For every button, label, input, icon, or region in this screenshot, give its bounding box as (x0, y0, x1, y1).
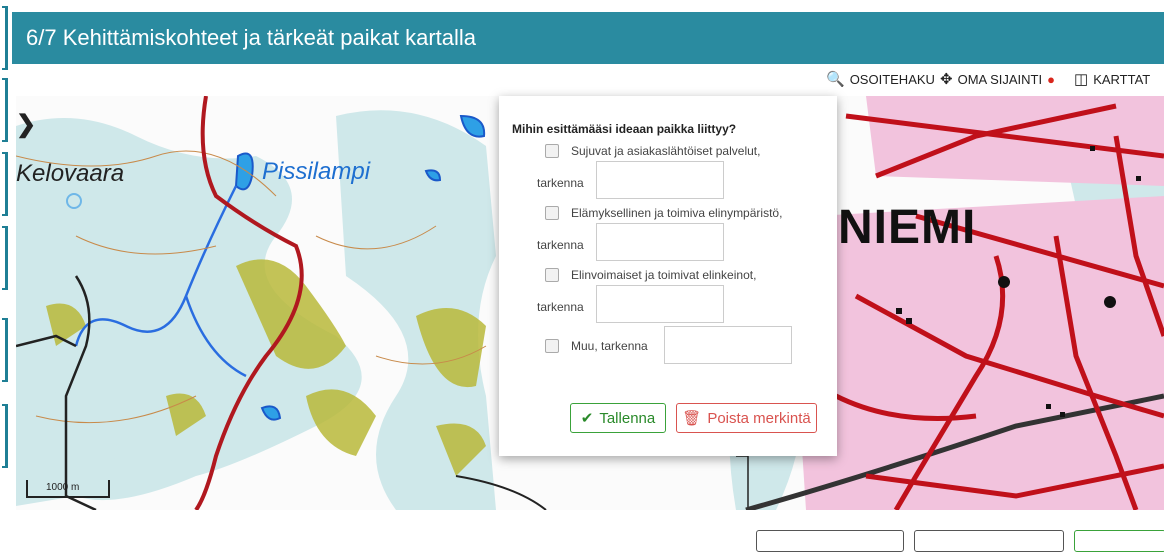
idea-category-popup: Mihin esittämääsi ideaan paikka liittyy?… (499, 96, 837, 456)
map-label-kelovaara: Kelovaara (16, 160, 125, 187)
bottom-button-1[interactable] (756, 530, 904, 552)
search-icon: 🔍 (826, 71, 845, 88)
save-button[interactable]: ✔ Tallenna (570, 403, 666, 433)
map-marker-icon (66, 193, 82, 209)
option-2[interactable]: Elämyksellinen ja toimiva elinympäristö, (545, 206, 782, 220)
option-2-label: Elämyksellinen ja toimiva elinympäristö, (571, 206, 783, 220)
crosshair-icon: ✥ (940, 71, 953, 88)
option-1-checkbox[interactable] (545, 144, 559, 158)
own-location-label: OMA SIJAINTI (957, 71, 1043, 87)
left-progress-stripe (0, 0, 12, 541)
option-1-label: Sujuvat ja asiakaslähtöiset palvelut, (571, 144, 761, 158)
option-4[interactable]: Muu, tarkenna (545, 339, 648, 353)
map-label-niemi: NIEMI (838, 201, 977, 254)
save-label: Tallenna (599, 409, 656, 427)
bottom-button-2[interactable] (914, 530, 1064, 552)
map-layers-label: KARTTAT (1093, 71, 1151, 87)
map-scale-bar: 1000 m (26, 480, 110, 498)
option-3-detail-label: tarkenna (537, 300, 584, 314)
delete-label: Poista merkintä (707, 409, 811, 427)
option-2-checkbox[interactable] (545, 206, 559, 220)
check-icon: ✔ (580, 410, 594, 427)
map-scale-label: 1000 m (46, 482, 80, 493)
option-4-detail-input[interactable] (664, 326, 792, 364)
option-3-detail-input[interactable] (596, 285, 724, 323)
option-3-checkbox[interactable] (545, 268, 559, 282)
option-3-label: Elinvoimaiset ja toimivat elinkeinot, (571, 268, 757, 282)
map-icon: ◫ (1074, 71, 1089, 88)
option-4-checkbox[interactable] (545, 339, 559, 353)
map-toolbar: 🔍 OSOITEHAKU ✥ OMA SIJAINTI ● ◫ KARTTAT (12, 64, 1164, 96)
bottom-button-3[interactable] (1074, 530, 1164, 552)
address-search-label: OSOITEHAKU (849, 71, 935, 87)
option-2-detail-input[interactable] (596, 223, 724, 261)
page-title: 6/7 Kehittämiskohteet ja tärkeät paikat … (26, 25, 477, 50)
option-1[interactable]: Sujuvat ja asiakaslähtöiset palvelut, (545, 144, 760, 158)
popup-question: Mihin esittämääsi ideaan paikka liittyy? (512, 122, 737, 136)
option-4-label: Muu, tarkenna (571, 339, 648, 353)
page-header: 6/7 Kehittämiskohteet ja tärkeät paikat … (12, 12, 1164, 64)
chevron-right-icon[interactable]: ❯ (16, 110, 44, 138)
option-3[interactable]: Elinvoimaiset ja toimivat elinkeinot, (545, 268, 756, 282)
option-2-detail-label: tarkenna (537, 238, 584, 252)
trash-icon: 🗑 (682, 410, 702, 427)
map-pin-icon: ● (1047, 71, 1055, 87)
address-search-tool[interactable]: 🔍 OSOITEHAKU (826, 70, 935, 88)
delete-marker-button[interactable]: 🗑 Poista merkintä (676, 403, 817, 433)
option-1-detail-input[interactable] (596, 161, 724, 199)
map-layers-tool[interactable]: ◫ KARTTAT (1074, 70, 1150, 88)
option-1-detail-label: tarkenna (537, 176, 584, 190)
map-label-pissilampi: Pissilampi (262, 158, 371, 185)
own-location-tool[interactable]: ✥ OMA SIJAINTI ● (940, 70, 1055, 88)
